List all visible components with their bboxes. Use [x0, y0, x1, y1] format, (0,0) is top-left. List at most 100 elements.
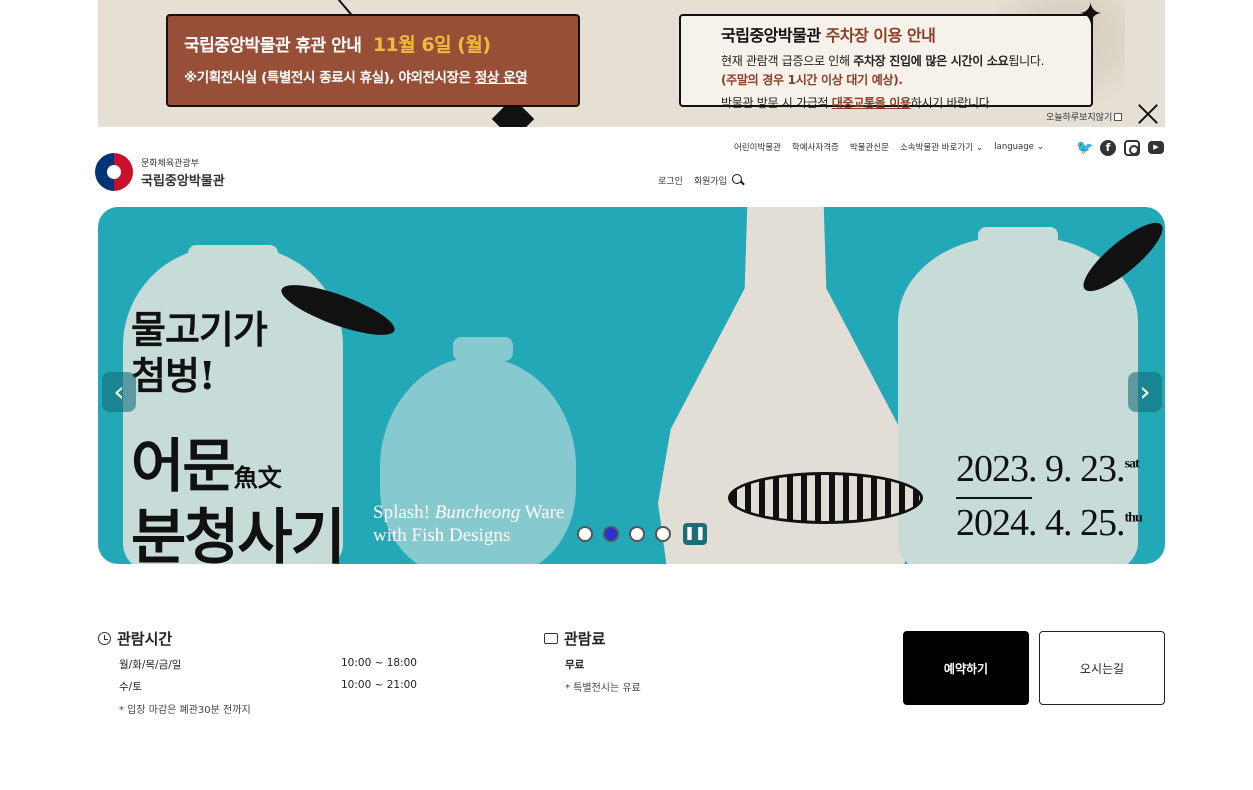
closure-notice-prefix: ※기획전시실 (특별전시 종료시 휴실), 야외전시장은	[184, 70, 471, 86]
notice-popup: 국립중앙박물관 휴관 안내 11월 6일 (월) ※기획전시실 (특별전시 종료…	[98, 0, 1165, 127]
slide-dot-active[interactable]	[603, 526, 619, 542]
government-emblem-icon	[95, 153, 133, 191]
logo-museum-name: 국립중앙박물관	[141, 173, 225, 189]
vase-neck-left	[188, 245, 278, 265]
closure-title-main: 휴관 안내	[295, 36, 362, 56]
signup-link[interactable]: 회원가입	[694, 174, 727, 187]
utility-nav: 어린이박물관 학예사자격증 박물관신문 소속박물관 바로가기 ⌄ languag…	[734, 141, 1044, 153]
exhibition-dates: 2023. 9. 23.sat 2024. 4. 25.thu	[956, 447, 1143, 545]
hero-carousel[interactable]: 물고기가 첨벙! 어문魚文 분청사기 Splash! Buncheong War…	[98, 207, 1165, 564]
site-header: 문화체육관광부 국립중앙박물관 어린이박물관 학예사자격증 박물관신문 소속박물…	[0, 127, 1253, 207]
parking-line1-a: 현재 관람객 급증으로 인해	[721, 54, 850, 68]
slide-dot[interactable]	[629, 526, 645, 542]
search-icon[interactable]	[732, 174, 744, 186]
hero-en-b: Ware	[524, 502, 565, 523]
hero-en-c: with Fish Designs	[373, 525, 511, 546]
parking-line1: 현재 관람객 급증으로 인해 주차장 진입에 많은 시간이 소요됩니다.	[721, 52, 1091, 69]
closure-notice-card[interactable]: 국립중앙박물관 휴관 안내 11월 6일 (월) ※기획전시실 (특별전시 종료…	[166, 14, 580, 107]
util-link-curator-license[interactable]: 학예사자격증	[792, 141, 839, 153]
directions-button[interactable]: 오시는길	[1039, 631, 1165, 705]
util-link-newsletter[interactable]: 박물관신문	[850, 141, 889, 153]
hours-time: 10:00 ~ 18:00	[341, 657, 417, 669]
affiliated-museums-label: 소속박물관 바로가기	[899, 143, 974, 153]
closure-notice-underline: 정상 운영	[474, 70, 528, 86]
fee-title: 관람료	[564, 630, 606, 648]
date-start-day: sat	[1124, 456, 1140, 472]
closure-date: 11월 6일 (월)	[372, 34, 491, 56]
language-label: language	[994, 142, 1034, 152]
account-links: 로그인 회원가입	[658, 174, 727, 187]
util-link-kids-museum[interactable]: 어린이박물관	[734, 141, 781, 153]
clock-icon	[98, 632, 111, 645]
login-link[interactable]: 로그인	[658, 174, 683, 187]
util-link-language[interactable]: language ⌄	[994, 142, 1044, 152]
closure-notice-text: ※기획전시실 (특별전시 종료시 휴실), 야외전시장은 정상 운영	[184, 66, 578, 86]
parking-title-prefix: 국립중앙박물관	[721, 26, 821, 45]
chevron-down-icon: ⌄	[1036, 142, 1045, 152]
slide-dot[interactable]	[655, 526, 671, 542]
vase-neck-round	[453, 337, 513, 361]
hero-tagline: 물고기가 첨벙!	[131, 307, 268, 399]
hours-row: 수/토 10:00 ~ 21:00	[119, 679, 417, 694]
parking-line3-b: 대중교통을 이용	[831, 96, 911, 110]
pause-icon: ❚❚	[684, 526, 706, 541]
parking-title: 국립중앙박물관 주차장 이용 안내	[721, 22, 1091, 46]
close-popup-icon[interactable]	[1136, 102, 1160, 126]
parking-line3: 박물관 방문 시 가급적 대중교통을 이용하시기 바랍니다.	[721, 94, 1091, 111]
slide-dot[interactable]	[577, 526, 593, 542]
parking-line1-b: 주차장 진입에 많은 시간이 소요	[853, 54, 1009, 68]
prev-slide-button[interactable]: ‹	[102, 372, 136, 412]
hours-days: 월/화/목/금/일	[119, 659, 182, 671]
hours-days: 수/토	[119, 681, 142, 693]
util-link-affiliated-museums[interactable]: 소속박물관 바로가기 ⌄	[900, 141, 983, 153]
hours-row: 월/화/목/금/일 10:00 ~ 18:00	[119, 657, 417, 672]
hero-title-part2: 분청사기	[131, 503, 346, 564]
parking-line2: (주말의 경우 1시간 이상 대기 예상).	[721, 73, 903, 87]
instagram-icon[interactable]	[1124, 140, 1140, 156]
fee-heading: 관람료	[544, 628, 641, 649]
hero-en-italic: Buncheong	[434, 502, 521, 523]
date-end-day: thu	[1124, 510, 1143, 526]
hours-heading: 관람시간	[98, 628, 417, 649]
parking-line3-c: 하시기 바랍니다.	[910, 96, 994, 110]
chevron-down-icon: ⌄	[975, 143, 984, 153]
dismiss-today-checkbox[interactable]	[1114, 112, 1123, 121]
hero-en-a: Splash!	[373, 502, 430, 523]
reserve-button[interactable]: 예약하기	[903, 631, 1029, 705]
logo-ministry: 문화체육관광부	[141, 158, 199, 169]
closure-title-prefix: 국립중앙박물관	[184, 36, 290, 56]
closure-title: 국립중앙박물관 휴관 안내 11월 6일 (월)	[184, 30, 578, 57]
vase-neck-right	[978, 227, 1058, 247]
hours-title: 관람시간	[117, 630, 173, 648]
date-start: 2023. 9. 23.	[956, 448, 1125, 490]
fee-note: * 특별전시는 유료	[565, 683, 641, 694]
hours-block: 관람시간 월/화/목/금/일 10:00 ~ 18:00 수/토 10:00 ~…	[98, 628, 417, 716]
sparkle-icon: ✦	[1078, 0, 1104, 32]
dismiss-today-label: 오늘하루보지않기	[1046, 113, 1113, 123]
fish-illustration-bottom	[728, 472, 923, 524]
slide-indicators: ❚❚	[577, 523, 707, 545]
facebook-icon[interactable]: f	[1100, 140, 1116, 156]
date-end: 2024. 4. 25.	[956, 502, 1125, 544]
hours-time: 10:00 ~ 21:00	[341, 679, 417, 691]
dismiss-today-option[interactable]: 오늘하루보지않기	[1046, 110, 1123, 123]
ticket-icon	[544, 633, 558, 644]
hero-tagline-line2: 첨벙!	[131, 353, 216, 398]
site-logo[interactable]: 문화체육관광부 국립중앙박물관	[95, 153, 225, 191]
next-slide-button[interactable]: ›	[1128, 372, 1162, 412]
pause-button[interactable]: ❚❚	[683, 523, 707, 545]
parking-line3-a: 박물관 방문 시 가급적	[721, 96, 829, 110]
parking-title-highlight: 주차장 이용 안내	[825, 26, 936, 45]
hero-english-title: Splash! Buncheong Ware with Fish Designs	[373, 501, 564, 547]
parking-line1-c: 됩니다.	[1008, 54, 1045, 68]
chevron-right-icon: ›	[1139, 375, 1151, 408]
youtube-icon[interactable]: ▶	[1148, 141, 1164, 154]
logo-text: 문화체육관광부 국립중앙박물관	[141, 156, 225, 189]
fee-value: 무료	[565, 659, 585, 671]
twitter-icon[interactable]: 🐦	[1076, 140, 1093, 156]
hours-note: * 입장 마감은 폐관30분 전까지	[119, 705, 251, 716]
fee-block: 관람료 무료 * 특별전시는 유료	[544, 628, 641, 694]
hero-tagline-line1: 물고기가	[131, 307, 268, 352]
parking-notice-card[interactable]: 국립중앙박물관 주차장 이용 안내 현재 관람객 급증으로 인해 주차장 진입에…	[679, 14, 1093, 110]
chevron-left-icon: ‹	[113, 375, 125, 408]
